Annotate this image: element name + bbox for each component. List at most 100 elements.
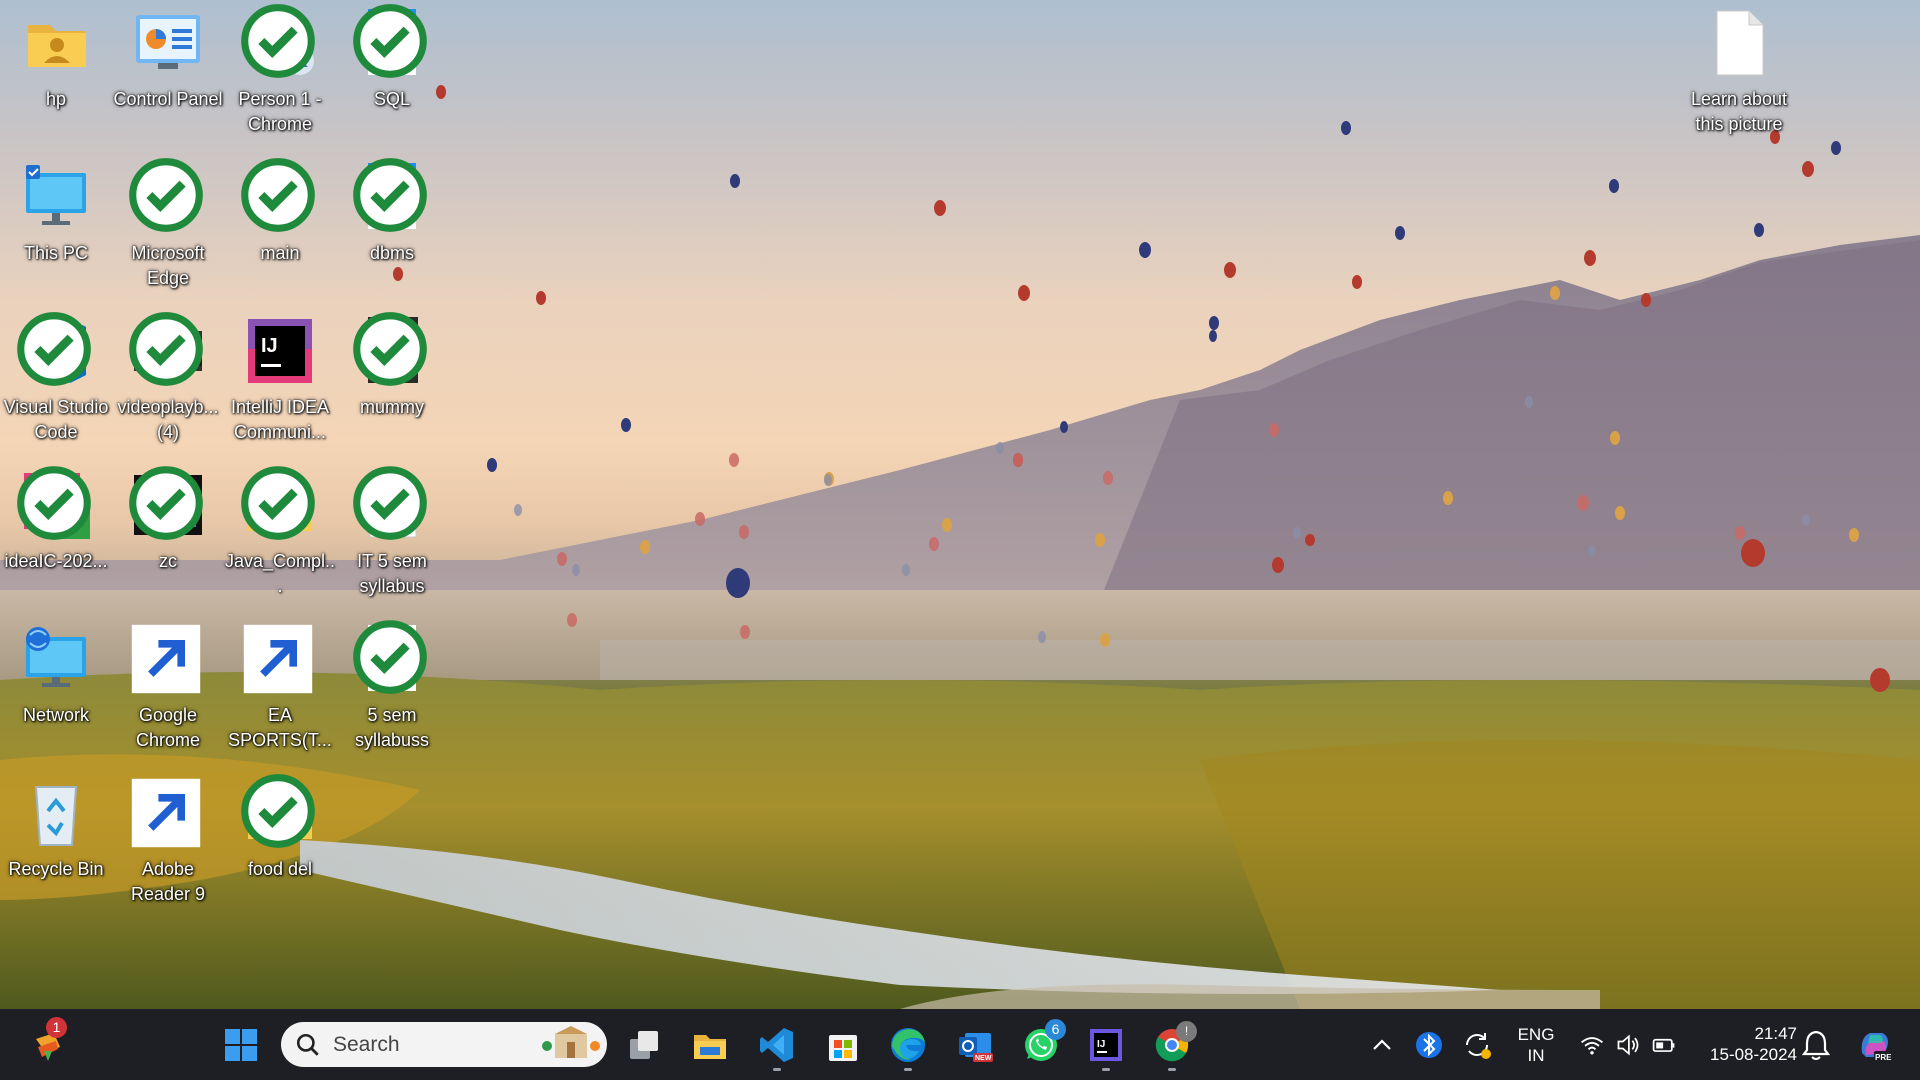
chrome-taskbar-button[interactable]: ! [1144,1017,1200,1073]
search-highlight-icon [542,1026,600,1058]
notifications-button[interactable] [1790,1017,1842,1073]
desktop-icon-microsoft-edge[interactable]: Microsoft Edge [112,154,224,304]
desktop-icon-main[interactable]: main [224,154,336,304]
widgets-button[interactable]: 1 [20,1017,76,1073]
wifi-icon [1580,1037,1604,1055]
edge-icon [129,158,206,235]
edge-document-icon [353,158,430,235]
desktop-icon-recycle-bin[interactable]: Recycle Bin [0,770,112,920]
clock-time: 21:47 [1754,1024,1797,1043]
volume-icon [1617,1034,1639,1056]
running-indicator [904,1068,912,1071]
intellij-taskbar-button[interactable]: IJ [1078,1017,1134,1073]
excel-folder-icon: X [241,466,318,543]
bluetooth-button[interactable] [1403,1017,1455,1073]
language-code: ENG [1517,1025,1555,1044]
task-view-button[interactable] [616,1017,672,1073]
network-icon [18,621,94,697]
vscode-icon [760,1028,793,1062]
file-explorer-button[interactable] [682,1017,738,1073]
desktop-icon-label: SQL [373,89,411,109]
widgets-badge: 1 [46,1017,67,1038]
desktop-icon-label: videoplayb... (4) [117,397,219,442]
desktop-icon-label: Google Chrome [135,705,201,750]
chrome-update-badge: ! [1176,1021,1197,1042]
desktop-icon-label: EA SPORTS(T... [228,705,332,750]
photo-thumbnail-icon [353,312,430,389]
clock[interactable]: 21:47 15-08-2024 [1693,1023,1803,1065]
desktop-icon-label: IT 5 sem syllabus [357,551,427,596]
desktop-icon-visual-studio-code[interactable]: Visual Studio Code [0,308,112,458]
taskbar: 1 Search NEW 6 IJ ! ENG IN 21:47 15-08-2… [0,1009,1920,1080]
outlook-new-icon: NEW [959,1033,993,1062]
desktop-icon-mummy[interactable]: mummy [336,308,448,458]
vscode-icon [17,312,94,389]
copilot-tag: PRE [1875,1053,1892,1062]
desktop-icon-control-panel[interactable]: Control Panel [112,0,224,150]
language-indicator[interactable]: ENG IN [1510,1024,1562,1066]
edge-document-icon [353,620,430,697]
desktop-icon-google-chrome[interactable]: Google Chrome [112,616,224,766]
desktop-icon-label: zc [159,551,177,571]
desktop: hp This PC Visual Studio Code IJ ideaIC-… [0,0,1920,1009]
desktop-icon-dbms[interactable]: dbms [336,154,448,304]
user-folder-icon [18,5,94,81]
desktop-icon-label: Adobe Reader 9 [130,859,206,904]
desktop-icon-5-sem-syllabuss[interactable]: 5 sem syllabuss [336,616,448,766]
desktop-icon-food-del[interactable]: food del [224,770,336,920]
desktop-icon-videoplayback[interactable]: videoplayb... (4) [112,308,224,458]
sync-button[interactable] [1451,1017,1503,1073]
clock-date: 15-08-2024 [1710,1045,1797,1064]
search-box[interactable]: Search [281,1022,607,1067]
task-view-icon [630,1031,658,1059]
running-indicator [1102,1068,1110,1071]
running-indicator [1168,1068,1176,1071]
desktop-icon-zc[interactable]: zc [112,462,224,612]
start-button[interactable] [213,1017,269,1073]
desktop-icon-sql[interactable]: SQL [336,0,448,150]
desktop-icon-learn-about-this-picture[interactable]: Learn about this picture [1679,0,1799,150]
desktop-icon-ideaic-installer[interactable]: IJ ideaIC-202... [0,462,112,612]
desktop-icon-person-1-chrome[interactable]: Person 1 - Chrome [224,0,336,150]
quick-settings-button[interactable] [1574,1023,1682,1067]
desktop-icon-label: Person 1 - Chrome [238,89,322,134]
desktop-icon-label: Java_Compl... [224,551,336,596]
whatsapp-button[interactable]: 6 [1013,1017,1069,1073]
blank-document-icon [1701,5,1777,81]
desktop-icon-label: Control Panel [113,89,223,109]
desktop-icon-intellij-idea[interactable]: IJ IntelliJ IDEA Communi... [224,308,336,458]
desktop-icon-label: IntelliJ IDEA Communi... [230,397,330,442]
search-placeholder: Search [333,1032,400,1056]
desktop-icon-ea-sports[interactable]: EA SPORTS(T... [224,616,336,766]
intellij-icon: IJ [242,313,318,389]
desktop-icon-hp[interactable]: hp [0,0,112,150]
outlook-new-button[interactable]: NEW [947,1017,1003,1073]
desktop-icon-adobe-reader[interactable]: Adobe Reader 9 [112,770,224,920]
desktop-icon-label: Microsoft Edge [131,243,205,288]
microsoft-store-button[interactable] [815,1017,871,1073]
desktop-icon-java-compl[interactable]: X Java_Compl... [224,462,336,612]
sync-icon [1466,1033,1491,1059]
cricket-ball-icon [242,621,318,697]
desktop-icon-label: food del [247,859,313,879]
edge-taskbar-button[interactable] [880,1017,936,1073]
region-code: IN [1527,1046,1545,1065]
search-icon [296,1033,319,1056]
vscode-taskbar-button[interactable] [749,1017,805,1073]
desktop-icon-label: dbms [369,243,414,263]
show-hidden-icons-button[interactable] [1356,1017,1408,1073]
desktop-icon-label: Network [22,705,89,725]
intellij-installer-icon: IJ [17,466,94,543]
edge-document-icon [353,4,430,81]
battery-icon [1652,1038,1675,1052]
desktop-icon-label: hp [45,89,67,109]
desktop-icon-network[interactable]: Network [0,616,112,766]
keyboard-image-icon [129,466,206,543]
copilot-button[interactable]: PRE [1846,1017,1902,1073]
svg-text:IJ: IJ [1097,1039,1105,1050]
desktop-icon-it-5-sem-syllabus[interactable]: IT 5 sem syllabus [336,462,448,612]
chevron-up-icon [1373,1039,1391,1050]
desktop-icon-this-pc[interactable]: This PC [0,154,112,304]
desktop-icon-label: 5 sem syllabuss [354,705,430,750]
folder-icon [241,774,318,851]
